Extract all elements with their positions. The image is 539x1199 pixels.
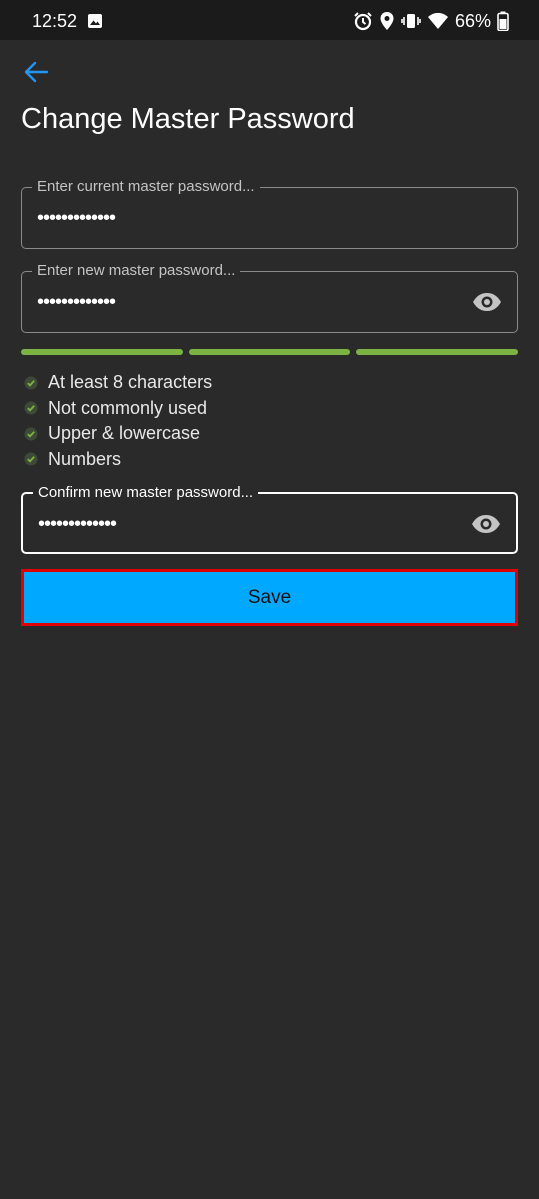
- confirm-password-field[interactable]: Confirm new master password... •••••••••…: [21, 483, 518, 554]
- requirement-label: Numbers: [48, 448, 122, 469]
- confirm-password-value: •••••••••••••: [38, 513, 117, 535]
- status-bar: 12:52 66%: [0, 0, 539, 40]
- check-circle-icon: [24, 427, 38, 441]
- requirement-item: At least 8 characters: [24, 370, 212, 396]
- vibrate-icon: [401, 14, 421, 28]
- requirement-label: Upper & lowercase: [48, 423, 201, 444]
- password-strength-meter: [21, 349, 519, 355]
- wifi-icon: [427, 12, 448, 29]
- save-button[interactable]: Save: [21, 569, 518, 626]
- requirement-label: At least 8 characters: [48, 372, 213, 393]
- alarm-icon: [354, 12, 372, 31]
- new-password-label: Enter new master password...: [32, 261, 241, 281]
- current-password-label: Enter current master password...: [32, 177, 260, 197]
- toggle-confirm-password-visibility[interactable]: [470, 510, 502, 538]
- strength-segment: [188, 349, 351, 355]
- strength-segment: [356, 349, 519, 355]
- requirement-item: Upper & lowercase: [24, 421, 212, 447]
- current-password-field[interactable]: Enter current master password... •••••••…: [21, 177, 518, 249]
- eye-icon: [473, 293, 501, 311]
- gallery-icon: [88, 14, 102, 28]
- new-password-field[interactable]: Enter new master password... •••••••••••…: [21, 261, 518, 333]
- check-circle-icon: [24, 376, 38, 390]
- toggle-new-password-visibility[interactable]: [471, 288, 503, 316]
- current-password-value: •••••••••••••: [37, 207, 116, 229]
- password-requirements: At least 8 characters Not commonly used …: [24, 370, 212, 472]
- check-circle-icon: [24, 401, 38, 415]
- new-password-value: •••••••••••••: [37, 291, 116, 313]
- confirm-password-label: Confirm new master password...: [33, 483, 259, 503]
- status-time: 12:52: [32, 11, 78, 31]
- requirement-label: Not commonly used: [48, 397, 208, 418]
- status-icons: 66%: [347, 10, 509, 32]
- page-title: Change Master Password: [21, 103, 355, 135]
- battery-icon: [497, 11, 509, 31]
- back-button[interactable]: [20, 56, 52, 88]
- check-circle-icon: [24, 452, 38, 466]
- arrow-left-icon: [24, 61, 49, 83]
- requirement-item: Numbers: [24, 447, 212, 473]
- location-icon: [380, 12, 394, 30]
- eye-icon: [472, 515, 500, 533]
- strength-segment: [21, 349, 183, 355]
- requirement-item: Not commonly used: [24, 396, 212, 422]
- battery-percent: 66%: [454, 10, 491, 31]
